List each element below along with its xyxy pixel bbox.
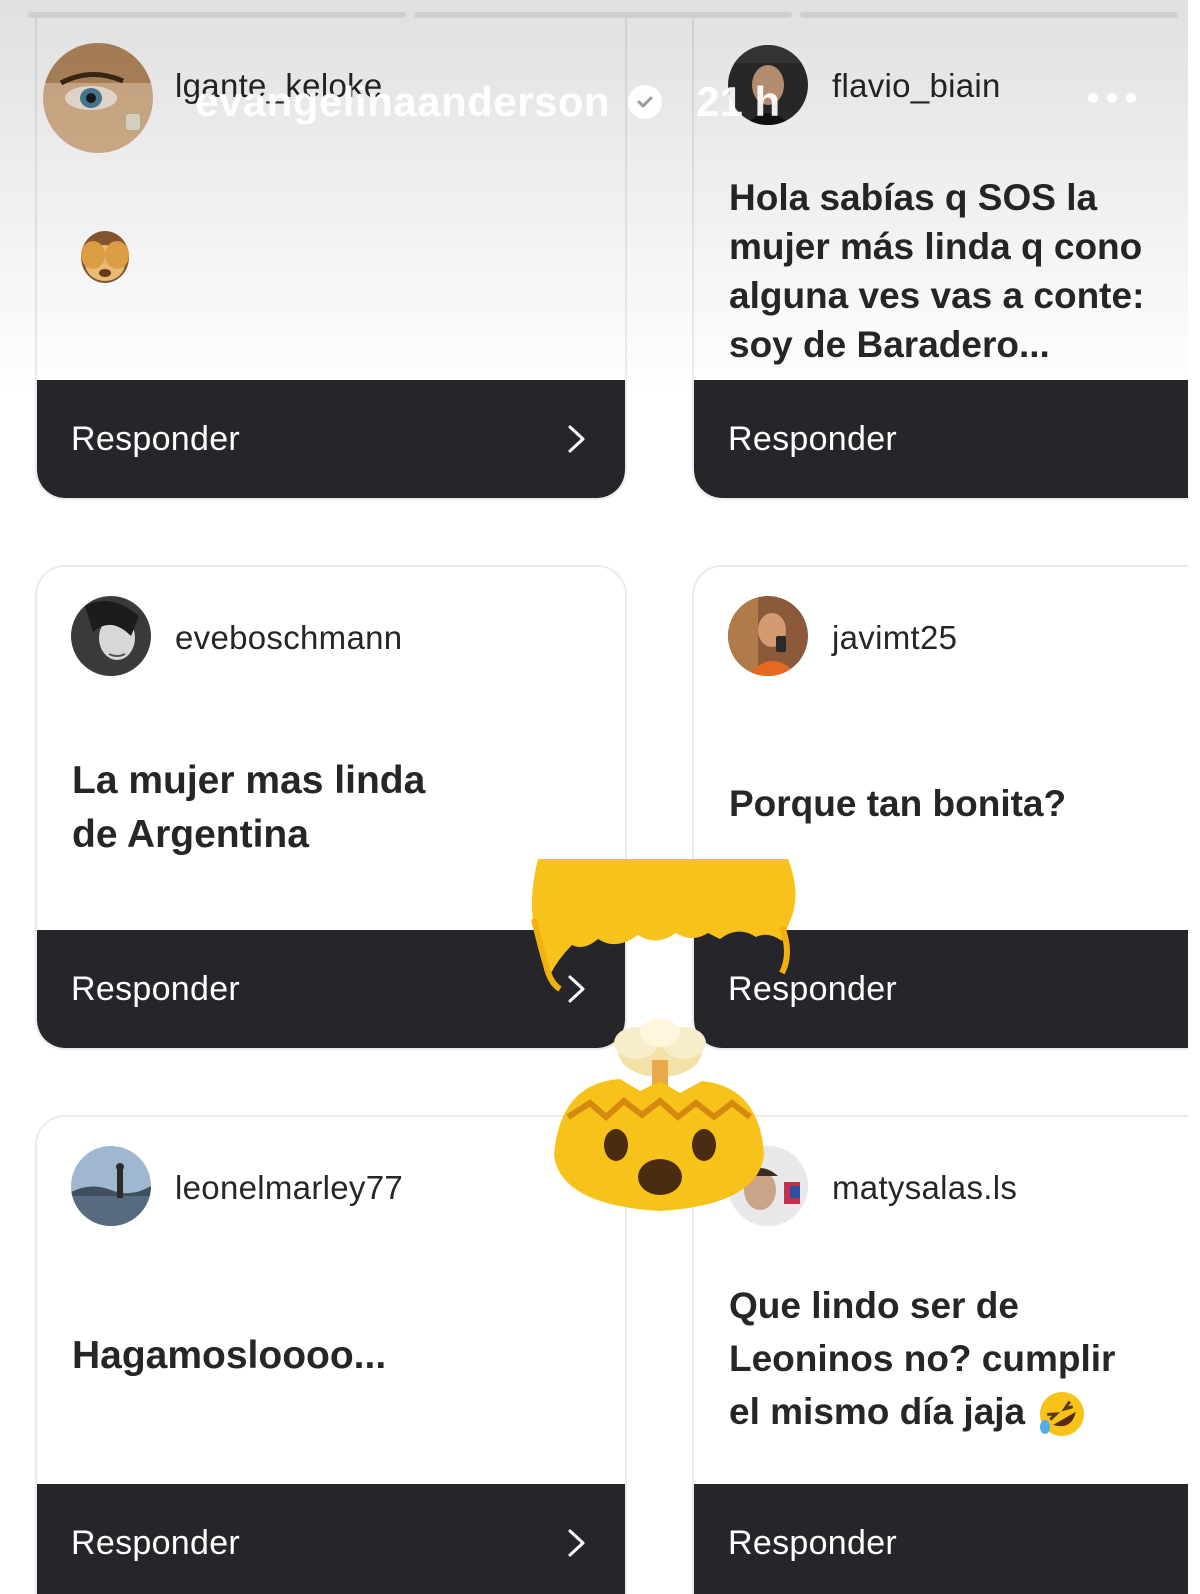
question-text: Porque tan bonita? <box>729 779 1200 828</box>
card-header: eveboschmann <box>37 567 625 697</box>
see-no-evil-monkey-emoji <box>77 227 133 287</box>
question-text: Hola sabías q SOS la mujer más linda q c… <box>729 173 1200 369</box>
story-screen: lgante_keloke Responder flavio_biain Hol… <box>0 0 1200 1594</box>
chevron-right-icon <box>568 425 585 453</box>
question-line: alguna ves vas a conte: <box>729 275 1145 316</box>
exploding-head-emoji <box>520 855 800 1220</box>
question-text: La mujer mas linda de Argentina <box>72 754 605 862</box>
avatar[interactable] <box>71 596 151 676</box>
question-line: de Argentina <box>72 813 309 856</box>
progress-segment <box>414 12 792 18</box>
reply-label: Responder <box>71 970 241 1008</box>
question-line: La mujer mas linda <box>72 759 426 802</box>
reply-button[interactable]: Responder <box>694 1484 1200 1594</box>
chevron-right-icon <box>568 1529 585 1557</box>
avatar[interactable] <box>43 43 153 153</box>
question-text: Que lindo ser de Leoninos no? cumplir el… <box>729 1279 1200 1439</box>
card-username[interactable]: matysalas.ls <box>832 1169 1017 1207</box>
question-line-text: el mismo día jaja <box>729 1391 1026 1432</box>
story-progress-bar <box>28 12 1178 18</box>
card-username[interactable]: eveboschmann <box>175 619 402 657</box>
card-username[interactable]: leonelmarley77 <box>175 1169 403 1207</box>
story-timestamp: 21 h <box>696 78 781 125</box>
reply-label: Responder <box>728 420 898 458</box>
question-line: soy de Baradero... <box>729 324 1050 365</box>
story-username[interactable]: evangelinaanderson <box>195 78 610 126</box>
reply-label: Responder <box>728 1524 898 1562</box>
question-line: Hagamosloooo... <box>72 1334 387 1377</box>
reply-button[interactable]: Responder <box>694 380 1200 498</box>
question-line: Hola sabías q SOS la <box>729 177 1098 218</box>
question-line: Leoninos no? cumplir <box>729 1338 1116 1379</box>
avatar[interactable] <box>71 1146 151 1226</box>
question-text: Hagamosloooo... <box>72 1330 605 1382</box>
progress-segment <box>800 12 1178 18</box>
card-username[interactable]: flavio_biain <box>832 67 1001 105</box>
more-options-icon[interactable] <box>1088 88 1144 108</box>
avatar[interactable] <box>728 596 808 676</box>
verified-badge-icon <box>628 85 663 119</box>
reply-button[interactable]: Responder <box>37 1484 625 1594</box>
story-header: evangelinaanderson 21 h <box>195 72 780 132</box>
question-line: Que lindo ser de <box>729 1285 1019 1326</box>
question-line: Porque tan bonita? <box>729 783 1067 824</box>
reply-button[interactable]: Responder <box>37 380 625 498</box>
card-header: javimt25 <box>694 567 1200 697</box>
progress-segment <box>28 12 406 18</box>
rolling-on-floor-laughing-emoji <box>1040 1392 1085 1437</box>
reply-label: Responder <box>71 420 241 458</box>
card-username[interactable]: javimt25 <box>832 619 957 657</box>
question-line: mujer más linda q cono <box>729 226 1143 267</box>
question-line: el mismo día jaja <box>729 1385 1200 1439</box>
reply-label: Responder <box>71 1524 241 1562</box>
